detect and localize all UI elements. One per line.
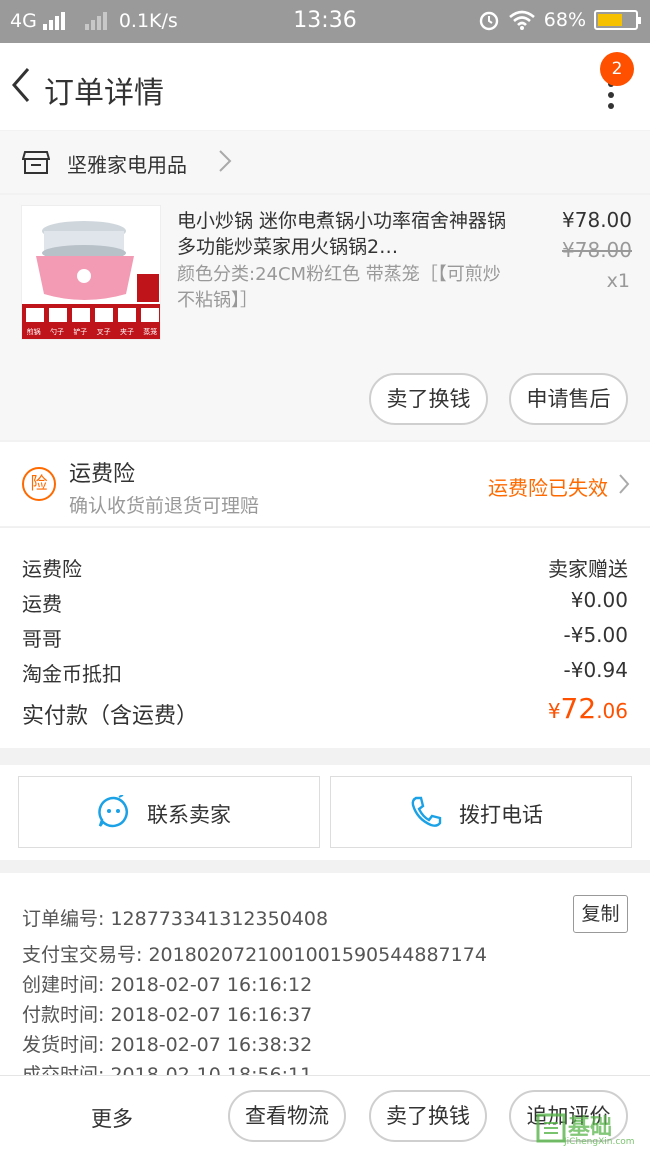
insurance-icon: 险 <box>22 467 56 501</box>
chat-bubble-icon <box>98 795 128 828</box>
battery-icon <box>594 10 641 30</box>
contact-seller-label: 联系卖家 <box>147 803 231 827</box>
watermark-url: JiChengXin.com <box>564 1137 635 1147</box>
battery-percent: 68% <box>543 9 586 31</box>
total-label: 实付款（含运费） <box>22 704 199 729</box>
fee-row: 运费险 卖家赠送 <box>22 553 628 583</box>
insurance-subtitle: 确认收货前退货可理赔 <box>69 495 260 517</box>
image-caption-row: 煎锅 勺子 铲子 叉子 夹子 蒸笼 <box>22 327 160 337</box>
page-title: 订单详情 <box>44 76 164 111</box>
image-caption: 勺子 <box>49 328 64 336</box>
call-phone-label: 拨打电话 <box>459 803 543 827</box>
copy-button[interactable]: 复制 <box>573 895 628 933</box>
chevron-right-icon <box>219 150 232 172</box>
view-logistics-button[interactable]: 查看物流 <box>228 1090 346 1142</box>
site-watermark: 基础 JiChengXin.com <box>534 1107 646 1151</box>
shipped-time: 发货时间: 2018-02-07 16:38:32 <box>22 1034 313 1056</box>
image-caption: 铲子 <box>73 328 88 336</box>
order-number: 订单编号: 128773341312350408 <box>22 908 329 930</box>
nav-bar: 订单详情 2 <box>0 43 650 130</box>
fee-value: -¥5.00 <box>563 623 628 647</box>
alipay-trade-number: 支付宝交易号: 2018020721001001590544887174 <box>22 944 487 966</box>
paid-time: 付款时间: 2018-02-07 16:16:37 <box>22 1004 313 1026</box>
order-info: 订单编号: 128773341312350408 复制 支付宝交易号: 2018… <box>0 873 650 1075</box>
product-price: ¥78.00 <box>562 208 632 232</box>
product-original-price: ¥78.00 <box>562 238 632 262</box>
fee-label: 运费 <box>22 592 62 616</box>
contact-bar: 联系卖家 拨打电话 <box>0 765 650 860</box>
status-right: 68% <box>478 9 641 31</box>
wifi-icon <box>508 10 535 30</box>
fee-label: 运费险 <box>22 557 82 581</box>
message-badge: 2 <box>600 52 634 86</box>
total-currency: ¥ <box>547 699 561 723</box>
image-caption: 蒸笼 <box>143 328 158 336</box>
product-quantity: x1 <box>606 270 630 292</box>
back-arrow-icon[interactable] <box>6 65 36 105</box>
fee-row: 哥哥 -¥5.00 <box>22 623 628 653</box>
watermark-logo-icon <box>536 1113 566 1143</box>
product-item[interactable]: 煎锅 勺子 铲子 叉子 夹子 蒸笼 电小炒锅 迷你电煮锅小功率宿舍神器锅多功能炒… <box>0 195 650 440</box>
insurance-status: 运费险已失效 <box>488 476 608 500</box>
shop-name: 坚雅家电用品 <box>67 153 187 177</box>
fee-label: 淘金币抵扣 <box>22 662 122 686</box>
fee-value: 卖家赠送 <box>548 557 628 581</box>
fee-value: -¥0.94 <box>563 658 628 682</box>
status-bar: 4G 0.1K/s 13:36 68% <box>0 0 650 43</box>
created-time: 创建时间: 2018-02-07 16:16:12 <box>22 974 313 996</box>
image-caption: 煎锅 <box>26 328 41 336</box>
fee-summary: 运费险 卖家赠送 运费 ¥0.00 哥哥 -¥5.00 淘金币抵扣 -¥0.94… <box>0 527 650 748</box>
contact-seller-button[interactable]: 联系卖家 <box>18 776 320 848</box>
call-phone-button[interactable]: 拨打电话 <box>330 776 632 848</box>
sell-for-cash-button[interactable]: 卖了换钱 <box>369 373 488 425</box>
product-image[interactable]: 煎锅 勺子 铲子 叉子 夹子 蒸笼 <box>21 205 161 340</box>
completed-time: 成交时间: 2018-02-10 18:56:11 <box>22 1064 313 1075</box>
total-row: 实付款（含运费） ¥72.06 <box>22 692 628 729</box>
bottom-action-bar: 更多 查看物流 卖了换钱 追加评价 基础 JiChengXin.com <box>0 1075 650 1155</box>
shop-header[interactable]: 坚雅家电用品 <box>0 131 650 193</box>
chevron-right-icon <box>619 474 630 494</box>
pot-illustration <box>22 206 160 339</box>
insurance-title: 运费险 <box>69 462 136 487</box>
more-button[interactable]: 更多 <box>91 1103 133 1133</box>
total-amount: ¥72.06 <box>548 692 628 725</box>
shipping-insurance-row[interactable]: 险 运费险 确认收货前退货可理赔 运费险已失效 <box>0 442 650 526</box>
alarm-icon <box>479 11 498 31</box>
image-caption: 夹子 <box>119 328 134 336</box>
store-icon <box>22 151 50 174</box>
sell-for-cash-bottom-button[interactable]: 卖了换钱 <box>369 1090 487 1142</box>
total-decimal: .06 <box>596 699 628 723</box>
product-title[interactable]: 电小炒锅 迷你电煮锅小功率宿舍神器锅多功能炒菜家用火锅锅2… <box>177 208 507 260</box>
product-sku: 颜色分类:24CM粉红色 带蒸笼［【可煎炒不粘锅】］ <box>177 264 501 311</box>
fee-row: 淘金币抵扣 -¥0.94 <box>22 658 628 688</box>
total-integer: 72 <box>560 692 597 725</box>
image-caption: 叉子 <box>96 328 111 336</box>
apply-after-sale-button[interactable]: 申请售后 <box>509 373 628 425</box>
phone-icon <box>411 796 442 827</box>
fee-value: ¥0.00 <box>570 588 628 612</box>
fee-label: 哥哥 <box>22 627 62 651</box>
fee-row: 运费 ¥0.00 <box>22 588 628 618</box>
